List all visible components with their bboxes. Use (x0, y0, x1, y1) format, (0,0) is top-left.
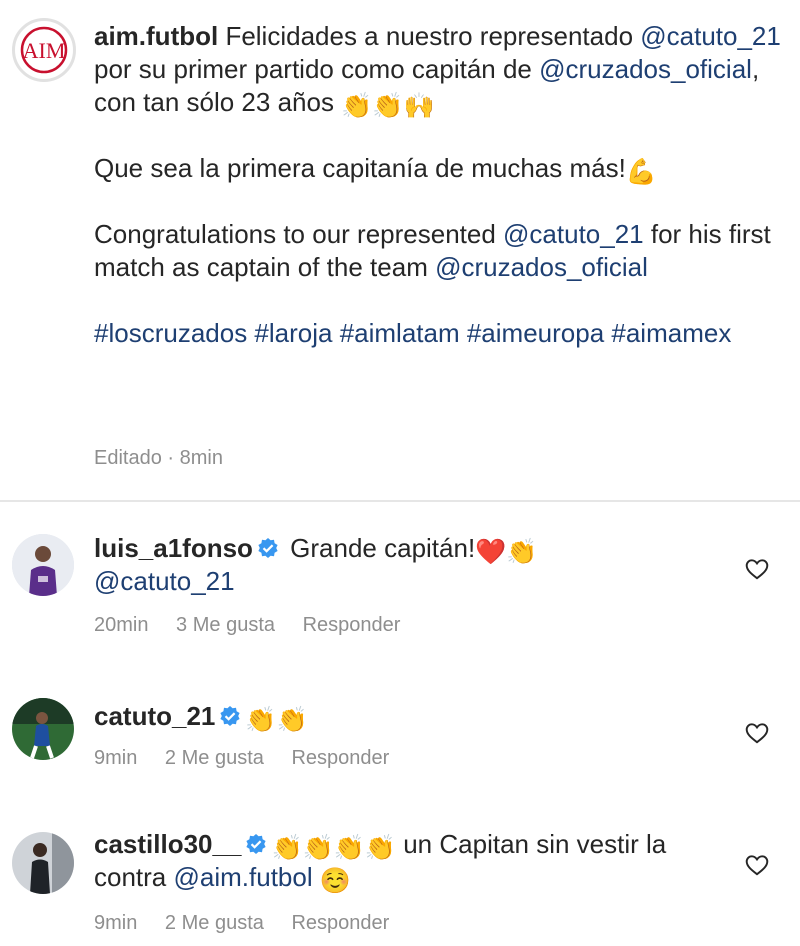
comment-text: luis_a1fonso Grande capitán!❤️👏 @catuto_… (94, 532, 714, 598)
commenter-avatar[interactable] (12, 832, 74, 894)
post-username[interactable]: aim.futbol (94, 21, 218, 51)
comment-username[interactable]: catuto_21 (94, 701, 215, 731)
verified-badge-icon (220, 706, 240, 726)
reply-button[interactable]: Responder (291, 912, 389, 934)
caption-paragraph-spanish: aim.futbol Felicidades a nuestro represe… (94, 20, 784, 119)
comment-meta: 9min 2 Me gusta Responder (94, 747, 411, 770)
caption-text: por su primer partido como capitán de (94, 54, 540, 84)
comment-time: 20min (94, 614, 149, 636)
player-photo-icon (12, 534, 74, 596)
raising-hands-icon: 🙌 (403, 92, 435, 120)
heart-outline-icon[interactable] (744, 720, 770, 746)
flexed-biceps-icon: 💪 (625, 158, 657, 186)
comment-time: 9min (94, 912, 138, 934)
comment-likes[interactable]: 2 Me gusta (165, 747, 264, 769)
caption-paragraph-wish: Que sea la primera capitanía de muchas m… (94, 152, 784, 185)
caption-text: Que sea la primera capitanía de muchas m… (94, 153, 626, 183)
divider (0, 500, 800, 502)
caption-text: Felicidades a nuestro representado (218, 21, 641, 51)
clapping-hands-icon: 👏 (506, 538, 538, 566)
comment-body: Grande capitán! (282, 533, 476, 563)
clapping-hands-icon: 👏 (302, 834, 334, 862)
reply-button[interactable]: Responder (291, 747, 389, 769)
clapping-hands-icon: 👏 (364, 834, 396, 862)
clapping-hands-icon: 👏 (372, 92, 404, 120)
comment-username[interactable]: castillo30__ (94, 829, 241, 859)
verified-badge-icon (258, 538, 278, 558)
post-avatar[interactable]: AIM (12, 18, 76, 82)
aim-logo-icon: AIM (20, 26, 68, 74)
reply-button[interactable]: Responder (303, 614, 401, 636)
clapping-hands-icon: 👏 (276, 706, 308, 734)
clapping-hands-icon: 👏 (245, 706, 277, 734)
comment-text: catuto_21 👏👏 (94, 700, 714, 733)
caption-text: Congratulations to our represented (94, 219, 504, 249)
red-heart-icon: ❤️ (475, 538, 507, 566)
smiling-face-icon: ☺️ (319, 867, 351, 895)
heart-outline-icon[interactable] (744, 556, 770, 582)
post: AIM aim.futbol Felicidades a nuestro rep… (0, 0, 800, 500)
caption-paragraph-english: Congratulations to our represented @catu… (94, 218, 784, 284)
comment-text: castillo30__ 👏👏👏👏 un Capitan sin vestir l… (94, 828, 714, 894)
hashtags[interactable]: #loscruzados #laroja #aimlatam #aimeurop… (94, 317, 784, 350)
clapping-hands-icon: 👏 (271, 834, 303, 862)
heart-outline-icon[interactable] (744, 852, 770, 878)
mention-link[interactable]: @catuto_21 (94, 566, 235, 596)
comment-likes[interactable]: 3 Me gusta (176, 614, 275, 636)
verified-badge-icon (246, 834, 267, 854)
mention-link[interactable]: @aim.futbol (174, 862, 313, 892)
mention-link[interactable]: @cruzados_oficial (435, 252, 648, 282)
svg-text:AIM: AIM (23, 38, 66, 63)
clapping-hands-icon: 👏 (333, 834, 365, 862)
comment-username[interactable]: luis_a1fonso (94, 533, 253, 563)
commenter-avatar[interactable] (12, 698, 74, 760)
player-photo-icon (12, 698, 74, 760)
comment-meta: 20min 3 Me gusta Responder (94, 614, 422, 637)
mention-link[interactable]: @catuto_21 (503, 219, 644, 249)
post-edited-time: Editado · 8min (94, 447, 223, 469)
mention-link[interactable]: @catuto_21 (640, 21, 781, 51)
comment-likes[interactable]: 2 Me gusta (165, 912, 264, 934)
mention-link[interactable]: @cruzados_oficial (539, 54, 752, 84)
commenter-avatar[interactable] (12, 534, 74, 596)
post-caption: aim.futbol Felicidades a nuestro represe… (94, 20, 784, 350)
clapping-hands-icon: 👏 (341, 92, 373, 120)
comment-time: 9min (94, 747, 138, 769)
comment-meta: 9min 2 Me gusta Responder (94, 912, 411, 935)
person-photo-icon (12, 832, 74, 894)
